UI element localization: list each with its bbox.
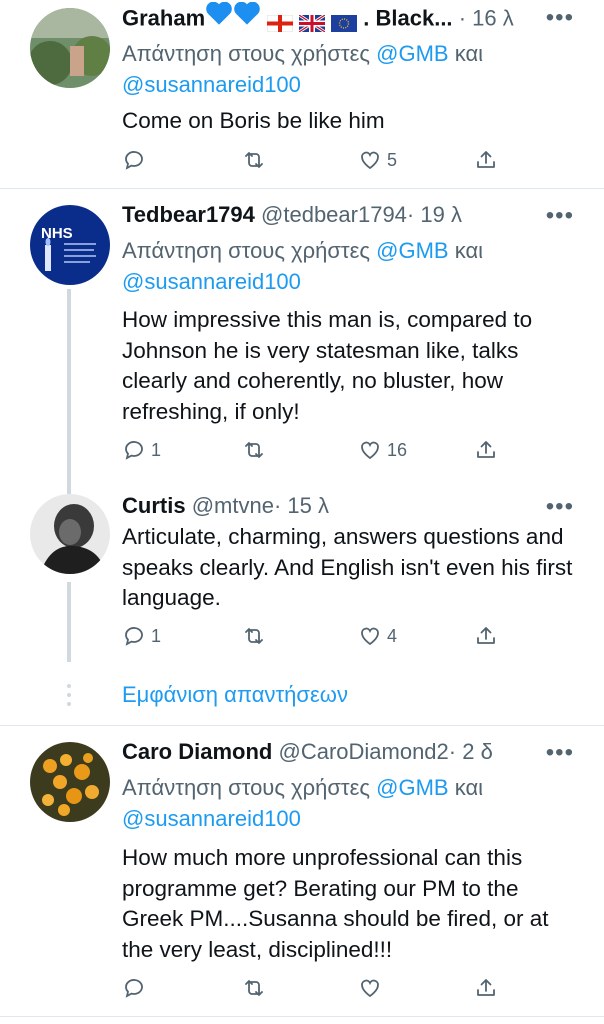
retweet-button[interactable] [242, 435, 271, 465]
mention-link[interactable]: @susannareid100 [122, 269, 301, 294]
tweet-text: How much more unprofessional can this pr… [122, 845, 549, 962]
mention-link[interactable]: @GMB [376, 775, 448, 800]
reply-button[interactable] [122, 973, 151, 1003]
share-button[interactable] [474, 145, 498, 175]
retweet-icon [245, 980, 263, 996]
tweet-text: Come on Boris be like him [122, 108, 385, 133]
retweet-button[interactable] [242, 973, 271, 1003]
blue-heart-icon [205, 2, 233, 34]
user-handle[interactable]: @CaroDiamond2 [278, 739, 448, 764]
mention-link[interactable]: @GMB [376, 41, 448, 66]
like-button[interactable]: 16 [358, 435, 407, 465]
user-handle[interactable]: @mtvne [192, 493, 274, 518]
share-icon [477, 151, 495, 168]
more-options-icon[interactable]: ••• [546, 6, 574, 30]
avatar[interactable] [30, 742, 110, 822]
show-replies-link[interactable]: Εμφάνιση απαντήσεων [122, 680, 348, 710]
like-button[interactable] [358, 973, 387, 1003]
display-name-suffix: . Black... [363, 5, 453, 31]
reply-icon [125, 441, 143, 460]
retweet-icon [245, 628, 263, 644]
reply-button[interactable]: 1 [122, 621, 161, 651]
reply-icon [125, 979, 143, 998]
reply-context: Απάντηση στους χρήστες @GMB και @susanna… [122, 41, 484, 97]
reply-context: Απάντηση στους χρήστες @GMB και @susanna… [122, 238, 484, 294]
tweet-text: Articulate, charming, answers questions … [122, 524, 573, 610]
tweet-2[interactable]: NHS Tedbear1794 @tedbear1794· 19 λ ••• Α… [0, 189, 604, 487]
share-icon [477, 979, 495, 996]
display-name[interactable]: Graham [122, 5, 205, 30]
more-options-icon[interactable]: ••• [546, 741, 574, 765]
reply-icon [125, 151, 143, 170]
heart-icon [361, 979, 379, 998]
mention-link[interactable]: @susannareid100 [122, 806, 301, 831]
eu-flag-icon [331, 9, 358, 32]
retweet-button[interactable] [242, 145, 271, 175]
share-button[interactable] [474, 435, 498, 465]
avatar[interactable] [30, 494, 110, 574]
share-button[interactable] [474, 621, 498, 651]
tweet-1[interactable]: Graham . Black... · 16 λ ••• Απάντηση στ… [0, 0, 604, 188]
retweet-button[interactable] [242, 621, 271, 651]
svg-text:NHS: NHS [41, 225, 73, 242]
tweet-time[interactable]: · 2 δ [449, 739, 493, 764]
tweet-3[interactable]: Curtis @mtvne· 15 λ ••• Articulate, char… [0, 480, 604, 670]
reply-context: Απάντηση στους χρήστες @GMB και @susanna… [122, 775, 484, 831]
blue-heart-icon [233, 2, 261, 34]
tweet-4[interactable]: Caro Diamond @CaroDiamond2· 2 δ ••• Απάν… [0, 726, 604, 1016]
retweet-icon [245, 152, 263, 168]
like-button[interactable]: 4 [358, 621, 397, 651]
share-icon [477, 441, 495, 458]
tweet-text: How impressive this man is, compared to … [122, 307, 533, 424]
more-options-icon[interactable]: ••• [546, 495, 574, 519]
tweet-time[interactable]: · 16 λ [459, 5, 514, 30]
user-handle[interactable]: @tedbear1794 [261, 202, 407, 227]
thread-dots [66, 684, 72, 711]
mention-link[interactable]: @GMB [376, 238, 448, 263]
like-button[interactable]: 5 [358, 145, 397, 175]
heart-icon [361, 151, 379, 170]
display-name[interactable]: Curtis [122, 493, 186, 518]
avatar[interactable]: NHS [30, 205, 110, 285]
tweet-time[interactable]: · 15 λ [274, 493, 329, 518]
reply-button[interactable]: 1 [122, 435, 161, 465]
share-icon [477, 627, 495, 644]
reply-button[interactable] [122, 145, 151, 175]
thread-line [67, 480, 71, 494]
share-button[interactable] [474, 973, 498, 1003]
display-name[interactable]: Tedbear1794 [122, 202, 255, 227]
avatar[interactable] [30, 8, 110, 88]
heart-icon [361, 441, 379, 460]
divider [0, 1016, 604, 1017]
heart-icon [361, 627, 379, 646]
reply-icon [125, 627, 143, 646]
more-options-icon[interactable]: ••• [546, 204, 574, 228]
mention-link[interactable]: @susannareid100 [122, 72, 301, 97]
uk-flag-icon [298, 9, 326, 34]
tweet-time[interactable]: · 19 λ [407, 202, 462, 227]
england-flag-icon [266, 9, 294, 33]
retweet-icon [245, 442, 263, 458]
display-name[interactable]: Caro Diamond [122, 739, 272, 764]
